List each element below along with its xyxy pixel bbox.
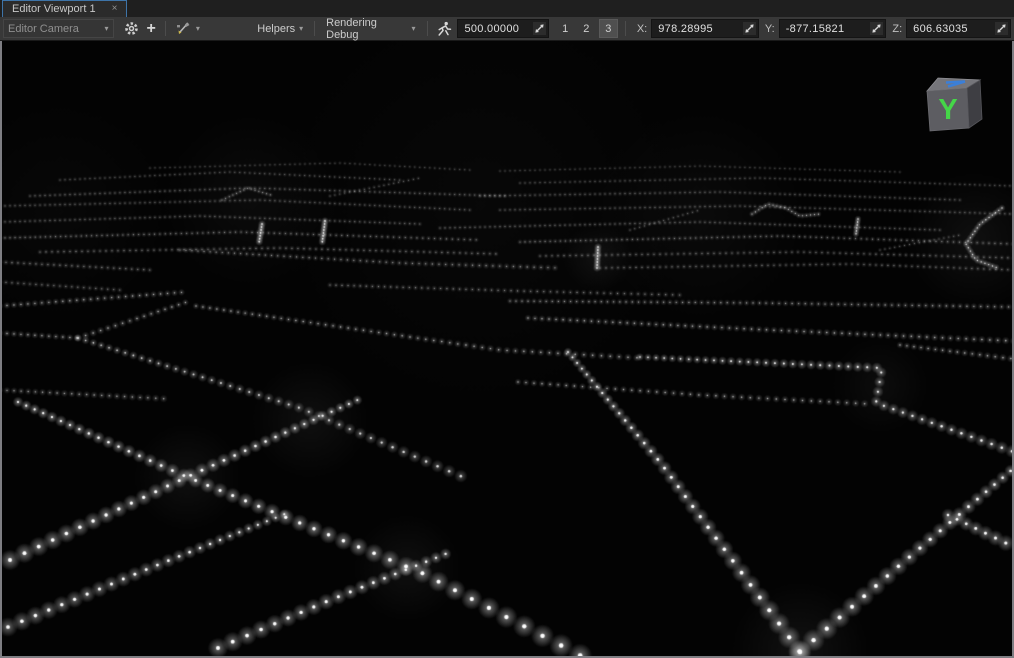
cube-right-face[interactable]: [967, 80, 982, 128]
chevron-down-icon: ▾: [299, 24, 303, 33]
rendering-debug-label: Rendering Debug: [326, 17, 407, 41]
view-preset-button-1[interactable]: 1: [557, 20, 574, 37]
chevron-down-icon: ▾: [105, 24, 109, 33]
coord-x-label: X:: [637, 23, 647, 35]
audio-mute-icon: [175, 21, 192, 36]
coord-z-value: 606.63035: [913, 23, 991, 35]
cube-front-axis-label: Y: [938, 94, 957, 126]
toolbar-separator: [314, 21, 315, 36]
chevron-down-icon: ▾: [411, 24, 415, 33]
drag-adjust-handle[interactable]: [995, 22, 1008, 35]
audio-mute-button[interactable]: ▾: [171, 19, 204, 38]
coord-y-field[interactable]: -877.15821: [779, 19, 887, 38]
viewport-toolbar: Editor Camera ▾ + ▾ Helpers ▾ Rendering …: [0, 17, 1014, 41]
running-person-icon: [436, 21, 453, 37]
toolbar-separator: [427, 21, 428, 36]
viewport-3d-area: [0, 41, 1014, 658]
drag-adjust-handle[interactable]: [870, 22, 883, 35]
camera-select-value: Editor Camera: [8, 23, 79, 35]
drag-adjust-handle[interactable]: [743, 22, 756, 35]
toolbar-separator: [165, 21, 166, 36]
coord-y-value: -877.15821: [786, 23, 867, 35]
diagonal-drag-icon: [996, 23, 1007, 34]
coord-z-label: Z:: [892, 23, 902, 35]
coord-z-field[interactable]: 606.63035: [906, 19, 1011, 38]
view-preset-button-2[interactable]: 2: [578, 20, 595, 37]
view-preset-label: 3: [605, 23, 611, 35]
camera-speed-button[interactable]: [432, 19, 457, 38]
coord-x-field[interactable]: 978.28995: [651, 19, 759, 38]
plus-icon: +: [147, 20, 156, 38]
add-button[interactable]: +: [143, 19, 160, 38]
coord-y-label: Y:: [765, 23, 775, 35]
orientation-cube[interactable]: Y: [920, 70, 986, 140]
rendering-debug-menu-button[interactable]: Rendering Debug ▾: [320, 17, 421, 41]
view-preset-label: 1: [562, 23, 568, 35]
tab-bar: Editor Viewport 1 ×: [0, 0, 1014, 17]
view-preset-button-3[interactable]: 3: [599, 19, 618, 38]
viewport-settings-button[interactable]: [120, 19, 143, 38]
drag-adjust-handle[interactable]: [533, 22, 546, 35]
diagonal-drag-icon: [871, 23, 882, 34]
helpers-menu-button[interactable]: Helpers ▾: [251, 23, 309, 35]
diagonal-drag-icon: [744, 23, 755, 34]
diagonal-drag-icon: [534, 23, 545, 34]
view-preset-label: 2: [583, 23, 589, 35]
coord-x-value: 978.28995: [658, 23, 739, 35]
camera-speed-value: 500.00000: [464, 23, 529, 35]
tab-close-icon[interactable]: ×: [112, 4, 118, 14]
tab-editor-viewport-1[interactable]: Editor Viewport 1 ×: [2, 0, 127, 17]
toolbar-separator: [625, 21, 626, 36]
chevron-down-icon: ▾: [196, 24, 200, 33]
gear-icon: [124, 21, 139, 36]
viewport-canvas[interactable]: [2, 41, 1012, 656]
camera-speed-field[interactable]: 500.00000: [457, 19, 549, 38]
tab-label: Editor Viewport 1: [12, 3, 96, 15]
helpers-label: Helpers: [257, 23, 295, 35]
camera-select-dropdown[interactable]: Editor Camera ▾: [3, 19, 114, 38]
